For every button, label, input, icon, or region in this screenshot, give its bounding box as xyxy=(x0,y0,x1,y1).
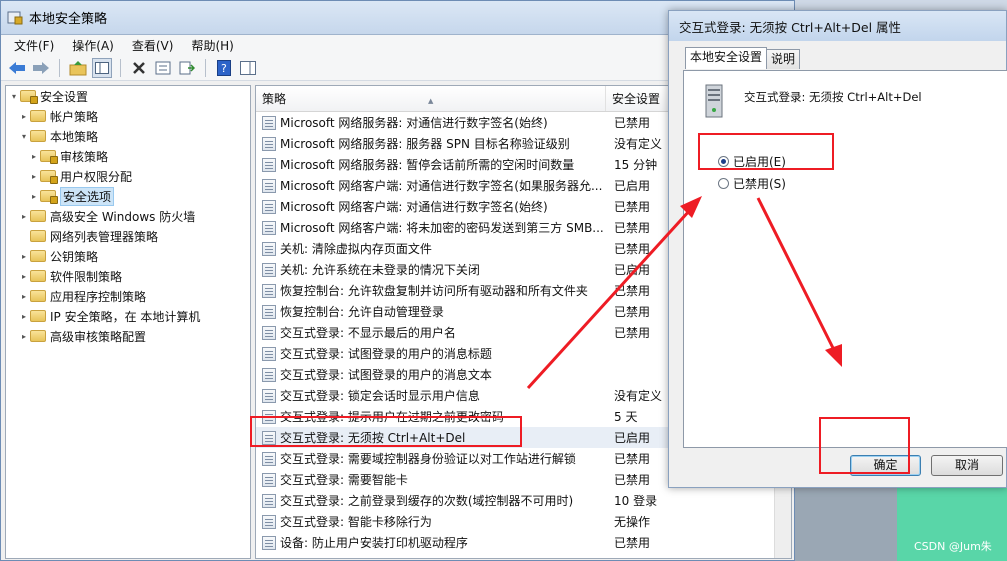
annotation-arrows xyxy=(526,196,842,390)
tab-local-security-setting[interactable]: 本地安全设置 xyxy=(685,47,768,69)
annotation-arrow-to-enabled xyxy=(526,196,702,390)
annotation-arrow-to-ok xyxy=(756,197,842,367)
